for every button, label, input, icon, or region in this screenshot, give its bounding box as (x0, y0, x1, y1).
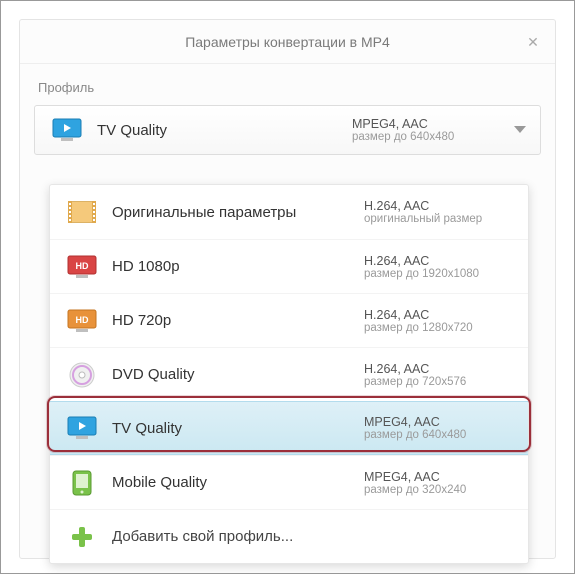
option-meta: H.264, AAC размер до 720x576 (364, 362, 514, 388)
option-hd1080[interactable]: HD HD 1080p H.264, AAC размер до 1920x10… (50, 239, 528, 293)
profile-dropdown: Оригинальные параметры H.264, AAC оригин… (49, 184, 529, 564)
selected-profile-title: TV Quality (97, 122, 167, 139)
selected-size: размер до 640x480 (352, 131, 454, 143)
option-title: Оригинальные параметры (112, 204, 296, 221)
option-hd720[interactable]: HD HD 720p H.264, AAC размер до 1280x720 (50, 293, 528, 347)
option-meta: H.264, AAC размер до 1280x720 (364, 308, 514, 334)
option-title: HD 720p (112, 312, 171, 329)
dialog-header: Параметры конвертации в MP4 ✕ (20, 20, 555, 64)
tv-icon (49, 115, 85, 145)
dialog-title: Параметры конвертации в MP4 (185, 34, 390, 50)
hd-orange-icon: HD (64, 306, 100, 336)
tv-icon (64, 413, 100, 443)
option-meta: MPEG4, AAC размер до 640x480 (364, 415, 514, 441)
option-title: HD 1080p (112, 258, 180, 275)
film-icon (64, 197, 100, 227)
dvd-icon (64, 360, 100, 390)
mobile-icon (64, 468, 100, 498)
app-frame: Параметры конвертации в MP4 ✕ Профиль TV… (0, 0, 575, 574)
option-meta: MPEG4, AAC размер до 320x240 (364, 470, 514, 496)
option-title: TV Quality (112, 420, 182, 437)
close-button[interactable]: ✕ (521, 30, 545, 54)
option-dvd[interactable]: DVD Quality H.264, AAC размер до 720x576 (50, 347, 528, 401)
option-meta: H.264, AAC оригинальный размер (364, 199, 514, 225)
option-tv[interactable]: TV Quality MPEG4, AAC размер до 640x480 (50, 401, 528, 455)
close-icon: ✕ (527, 34, 539, 51)
plus-icon (64, 522, 100, 552)
selected-codec: MPEG4, AAC (352, 117, 428, 131)
option-original[interactable]: Оригинальные параметры H.264, AAC оригин… (50, 185, 528, 239)
option-title: Добавить свой профиль... (112, 528, 293, 545)
profile-select[interactable]: TV Quality MPEG4, AAC размер до 640x480 (34, 105, 541, 155)
option-title: DVD Quality (112, 366, 195, 383)
chevron-down-icon (514, 126, 526, 134)
selected-profile-meta: MPEG4, AAC размер до 640x480 (352, 117, 502, 143)
svg-text:HD: HD (76, 261, 89, 271)
option-mobile[interactable]: Mobile Quality MPEG4, AAC размер до 320x… (50, 455, 528, 509)
svg-text:HD: HD (76, 315, 89, 325)
option-add-profile[interactable]: Добавить свой профиль... (50, 509, 528, 563)
option-title: Mobile Quality (112, 474, 207, 491)
hd-red-icon: HD (64, 252, 100, 282)
option-meta: H.264, AAC размер до 1920x1080 (364, 254, 514, 280)
profile-label: Профиль (20, 64, 555, 105)
